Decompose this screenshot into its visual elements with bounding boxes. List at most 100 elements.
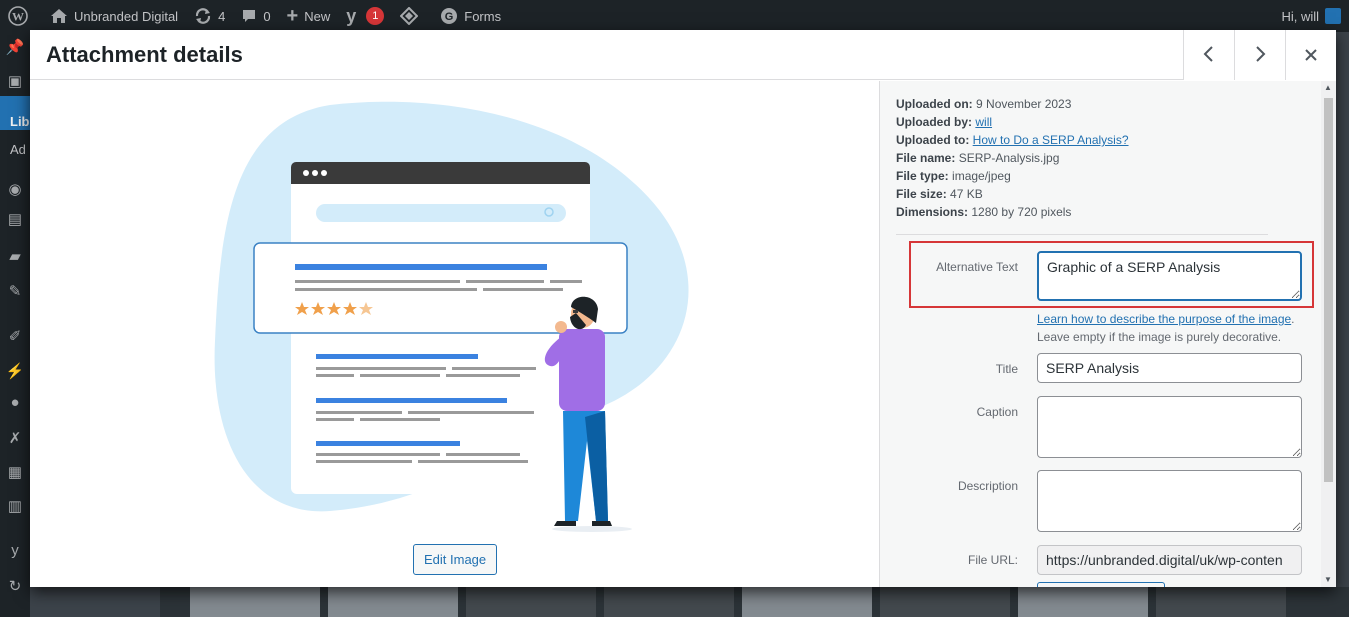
forms-menu[interactable]: G Forms: [432, 0, 509, 32]
uploaded-by-label: Uploaded by:: [896, 115, 973, 129]
edit-image-button[interactable]: Edit Image: [413, 544, 498, 575]
media-icon[interactable]: ▣: [0, 72, 30, 90]
attachment-image: [214, 101, 689, 532]
settings-icon[interactable]: ▦: [0, 463, 30, 481]
yoast-menu[interactable]: y 1: [338, 0, 392, 32]
modal-header: Attachment details: [30, 30, 1336, 80]
media-thumb: [1156, 587, 1286, 617]
attachment-details-sidebar: Uploaded on: 9 November 2023 Uploaded by…: [879, 81, 1336, 587]
updates-count: 4: [218, 8, 226, 24]
file-type-value: image/jpeg: [952, 169, 1011, 183]
file-url-label: File URL:: [967, 553, 1018, 567]
my-account-menu[interactable]: Hi, will: [1281, 8, 1349, 24]
uploaded-by-row: Uploaded by: will: [896, 113, 1129, 131]
file-size-label: File size:: [896, 187, 947, 201]
scroll-up-arrow-icon[interactable]: ▲: [1324, 83, 1332, 92]
copy-url-button[interactable]: [1037, 582, 1165, 587]
alt-text-help-text: Leave empty if the image is purely decor…: [1037, 330, 1282, 344]
forms-menu-icon[interactable]: ◉: [0, 180, 30, 198]
description-label: Description: [957, 479, 1018, 493]
close-button[interactable]: [1285, 30, 1336, 80]
home-icon: [50, 8, 68, 24]
next-button[interactable]: [1234, 30, 1285, 80]
forms-label: Forms: [464, 8, 502, 24]
scroll-down-arrow-icon[interactable]: ▼: [1324, 575, 1332, 584]
file-type-label: File type:: [896, 169, 949, 183]
comments-count: 0: [263, 8, 271, 24]
uploaded-to-link[interactable]: How to Do a SERP Analysis?: [973, 133, 1129, 147]
tools-icon[interactable]: ✗: [0, 429, 30, 447]
yoast-icon: y: [346, 5, 357, 26]
alt-text-field[interactable]: Graphic of a SERP Analysis: [1037, 251, 1302, 301]
background-media-grid: [160, 587, 1349, 617]
pin-icon[interactable]: 📌: [0, 38, 30, 56]
file-name-label: File name:: [896, 151, 956, 165]
details-scrollbar[interactable]: ▲ ▼: [1321, 81, 1336, 587]
codesnippets-icon[interactable]: ↻: [0, 577, 30, 595]
alt-text-label: Alternative Text: [936, 260, 1018, 274]
dimensions-row: Dimensions: 1280 by 720 pixels: [896, 203, 1129, 221]
updates-icon: [194, 7, 212, 25]
file-type-row: File type: image/jpeg: [896, 167, 1129, 185]
divider: [896, 234, 1268, 235]
caption-field[interactable]: [1037, 396, 1302, 458]
admin-bar: W Unbranded Digital 4 0 + New y 1 G Form…: [0, 0, 1349, 32]
avatar: [1325, 8, 1341, 24]
attachment-preview: Edit Image: [30, 81, 879, 587]
close-icon: [1304, 41, 1318, 69]
media-thumb: [466, 587, 596, 617]
alt-text-help: Learn how to describe the purpose of the…: [1037, 312, 1295, 344]
library-menu-label[interactable]: Lib: [10, 114, 30, 129]
file-size-value: 47 KB: [950, 187, 983, 201]
description-field[interactable]: [1037, 470, 1302, 532]
pages-icon[interactable]: ▤: [0, 210, 30, 228]
site-name: Unbranded Digital: [74, 8, 179, 24]
file-name-value: SERP-Analysis.jpg: [958, 151, 1060, 165]
admin-menu: 📌 ▣ Lib Ad ◉ ▤ ▰ ✎ ✐ ⚡ ● ✗ ▦ ▥ y ↻: [0, 32, 30, 617]
alt-text-help-link[interactable]: Learn how to describe the purpose of the…: [1037, 312, 1291, 326]
previous-button[interactable]: [1183, 30, 1234, 80]
dimensions-label: Dimensions:: [896, 205, 969, 219]
media-thumb: [1018, 587, 1148, 617]
media-thumb: [742, 587, 872, 617]
chevron-right-icon: [1253, 42, 1267, 68]
new-content-link[interactable]: + New: [279, 0, 339, 32]
new-label: New: [304, 8, 331, 24]
uploaded-by-link[interactable]: will: [975, 115, 992, 129]
uploaded-on-value: 9 November 2023: [976, 97, 1072, 111]
uploaded-on-label: Uploaded on:: [896, 97, 973, 111]
media-thumb: [190, 587, 320, 617]
svg-text:G: G: [445, 11, 454, 23]
scroll-thumb[interactable]: [1324, 98, 1333, 482]
grid-icon[interactable]: ▥: [0, 497, 30, 515]
media-thumb: [328, 587, 458, 617]
diamond-icon: [400, 7, 419, 25]
diamond-menu[interactable]: [392, 0, 432, 32]
plus-icon: +: [286, 4, 299, 27]
uploaded-on-row: Uploaded on: 9 November 2023: [896, 95, 1129, 113]
yoast-menu-icon[interactable]: y: [0, 542, 30, 559]
appearance-icon[interactable]: ✐: [0, 327, 30, 345]
users-icon[interactable]: ●: [0, 394, 30, 411]
attachment-details-modal: Attachment details Edit Image Uploaded o…: [30, 30, 1336, 587]
plugins-icon[interactable]: ⚡: [0, 362, 30, 380]
comments-link[interactable]: 0: [233, 0, 278, 32]
wordpress-logo-button[interactable]: W: [0, 0, 42, 32]
uploaded-to-row: Uploaded to: How to Do a SERP Analysis?: [896, 131, 1129, 149]
dimensions-value: 1280 by 720 pixels: [971, 205, 1072, 219]
site-name-link[interactable]: Unbranded Digital: [42, 0, 186, 32]
media-thumb: [604, 587, 734, 617]
file-url-field[interactable]: [1037, 545, 1302, 575]
title-label: Title: [995, 362, 1018, 376]
title-field[interactable]: [1037, 353, 1302, 383]
modal-title: Attachment details: [46, 42, 243, 67]
comment-icon: [241, 8, 257, 24]
add-new-menu-label[interactable]: Ad: [10, 142, 26, 157]
file-name-row: File name: SERP-Analysis.jpg: [896, 149, 1129, 167]
comments-menu-icon[interactable]: ▰: [0, 247, 30, 265]
updates-link[interactable]: 4: [186, 0, 233, 32]
uploaded-to-label: Uploaded to:: [896, 133, 970, 147]
pin-menu-icon[interactable]: ✎: [0, 282, 30, 300]
greeting: Hi, will: [1281, 8, 1319, 24]
svg-text:W: W: [12, 10, 24, 24]
